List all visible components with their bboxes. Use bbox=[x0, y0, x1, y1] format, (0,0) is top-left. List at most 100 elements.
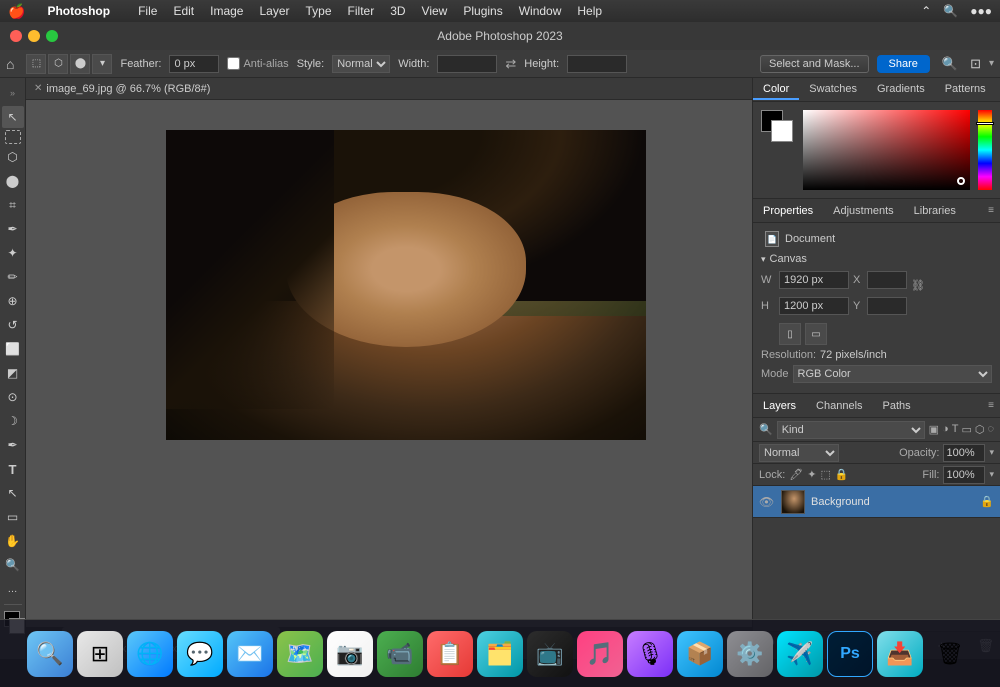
tab-patterns[interactable]: Patterns bbox=[935, 80, 996, 100]
menu-file[interactable]: File bbox=[132, 3, 163, 19]
dock-safari[interactable]: 🌐 bbox=[127, 631, 173, 677]
portrait-orientation-btn[interactable]: ▯ bbox=[779, 323, 801, 345]
filter-adjust-icon[interactable]: ◑ bbox=[942, 423, 949, 436]
dock-photos[interactable]: 📷 bbox=[327, 631, 373, 677]
canvas-height-input[interactable] bbox=[779, 297, 849, 315]
lock-artboard-icon[interactable]: ⬚ bbox=[820, 468, 830, 481]
feather-input[interactable] bbox=[169, 55, 219, 73]
select-mask-button[interactable]: Select and Mask... bbox=[760, 55, 869, 73]
dock-files[interactable]: 🗂️ bbox=[477, 631, 523, 677]
color-swatch-pair[interactable] bbox=[761, 110, 795, 144]
canvas-section-header[interactable]: ▾ Canvas bbox=[761, 253, 992, 265]
dock-reminders[interactable]: 📋 bbox=[427, 631, 473, 677]
rectangular-marquee-tool-btn[interactable]: ⬚ bbox=[26, 54, 46, 74]
rectangular-marquee[interactable] bbox=[5, 130, 21, 144]
swap-wh-icon[interactable]: ⇄ bbox=[505, 56, 516, 72]
dock-maps[interactable]: 🗺️ bbox=[277, 631, 323, 677]
dock-music[interactable]: 🎵 bbox=[577, 631, 623, 677]
tab-layers[interactable]: Layers bbox=[753, 397, 806, 415]
bg-color-swatch[interactable] bbox=[771, 120, 793, 142]
gradient-tool[interactable]: ◩ bbox=[2, 362, 24, 384]
blend-mode-select[interactable]: Normal bbox=[759, 444, 839, 462]
dock-facetime[interactable]: 📹 bbox=[377, 631, 423, 677]
dock-messages[interactable]: 💬 bbox=[177, 631, 223, 677]
width-input[interactable] bbox=[437, 55, 497, 73]
quick-select-tool[interactable]: ⬤ bbox=[2, 170, 24, 192]
app-name-menu[interactable]: Photoshop bbox=[41, 3, 116, 19]
spot-healing-brush[interactable]: ✦ bbox=[2, 242, 24, 264]
options-arrow[interactable]: ▾ bbox=[92, 54, 112, 74]
document-btn[interactable]: 📄 Document bbox=[761, 229, 992, 249]
mode-select[interactable]: RGB Color bbox=[793, 365, 992, 383]
dock-download[interactable]: 📥 bbox=[877, 631, 923, 677]
type-tool[interactable]: T bbox=[2, 458, 24, 480]
opacity-input[interactable] bbox=[943, 444, 985, 462]
chain-link-icon[interactable]: ⛓ bbox=[911, 271, 925, 299]
color-panel-menu[interactable]: ≡ bbox=[996, 84, 1000, 95]
tab-color[interactable]: Color bbox=[753, 80, 799, 100]
opacity-arrow[interactable]: ▾ bbox=[989, 447, 994, 458]
tab-close-btn[interactable]: ✕ bbox=[34, 83, 42, 94]
crop-tool[interactable]: ⌗ bbox=[2, 194, 24, 216]
clone-stamp-tool[interactable]: ⊕ bbox=[2, 290, 24, 312]
menu-filter[interactable]: Filter bbox=[342, 3, 381, 19]
hand-tool[interactable]: ✋ bbox=[2, 530, 24, 552]
dock-systemprefs[interactable]: ⚙️ bbox=[727, 631, 773, 677]
layer-visibility-toggle[interactable]: 👁 bbox=[759, 495, 775, 509]
fill-arrow[interactable]: ▾ bbox=[989, 469, 994, 480]
filter-toggle[interactable]: ◌ bbox=[987, 423, 994, 436]
dock-launchpad[interactable]: ⊞ bbox=[77, 631, 123, 677]
spotlight-icon[interactable]: 🔍 bbox=[943, 4, 958, 18]
tab-properties[interactable]: Properties bbox=[753, 202, 823, 220]
lock-position-icon[interactable]: ✦ bbox=[807, 468, 816, 481]
lasso-tool-btn[interactable]: ⬡ bbox=[48, 54, 68, 74]
maximize-button[interactable] bbox=[46, 30, 58, 42]
dock-trash[interactable]: 🗑 bbox=[927, 631, 973, 677]
anti-alias-checkbox[interactable] bbox=[227, 57, 240, 70]
menu-type[interactable]: Type bbox=[300, 3, 338, 19]
tab-adjustments[interactable]: Adjustments bbox=[823, 202, 904, 220]
pen-tool[interactable]: ✒ bbox=[2, 434, 24, 456]
lock-pixels-icon[interactable]: 🖊 bbox=[789, 468, 803, 481]
dodge-tool[interactable]: ☽ bbox=[2, 410, 24, 432]
menu-window[interactable]: Window bbox=[513, 3, 568, 19]
dock-photoshop[interactable]: Ps bbox=[827, 631, 873, 677]
layers-panel-menu[interactable]: ≡ bbox=[982, 400, 1000, 411]
lock-all-icon[interactable]: 🔒 bbox=[835, 468, 849, 481]
filter-pixel-icon[interactable]: ▣ bbox=[929, 423, 939, 436]
tab-channels[interactable]: Channels bbox=[806, 397, 872, 415]
dock-mail[interactable]: ✉️ bbox=[227, 631, 273, 677]
image-canvas[interactable] bbox=[166, 130, 646, 440]
home-button[interactable]: ⌂ bbox=[6, 56, 14, 72]
shape-tool[interactable]: ▭ bbox=[2, 506, 24, 528]
filter-shape-icon[interactable]: ▭ bbox=[961, 423, 971, 436]
layer-background[interactable]: 👁 Background 🔒 bbox=[753, 486, 1000, 518]
brush-tool[interactable]: ✏ bbox=[2, 266, 24, 288]
apple-menu[interactable]: 🍎 bbox=[8, 3, 25, 20]
history-brush-tool[interactable]: ↺ bbox=[2, 314, 24, 336]
color-gradient-picker[interactable] bbox=[803, 110, 970, 190]
magic-wand-tool-btn[interactable]: ⬤ bbox=[70, 54, 90, 74]
properties-panel-menu[interactable]: ≡ bbox=[982, 205, 1000, 216]
panel-layout-arrow[interactable]: ▾ bbox=[989, 58, 994, 69]
canvas-y-input[interactable] bbox=[867, 297, 907, 315]
menu-edit[interactable]: Edit bbox=[167, 3, 200, 19]
menu-3d[interactable]: 3D bbox=[384, 3, 411, 19]
canvas-width-input[interactable] bbox=[779, 271, 849, 289]
lasso-tool[interactable]: ⬡ bbox=[2, 146, 24, 168]
fill-input[interactable] bbox=[943, 466, 985, 484]
filter-type-icon[interactable]: T bbox=[952, 423, 959, 436]
menu-plugins[interactable]: Plugins bbox=[457, 3, 508, 19]
blur-tool[interactable]: ⊙ bbox=[2, 386, 24, 408]
landscape-orientation-btn[interactable]: ▭ bbox=[805, 323, 827, 345]
panel-layout-icon[interactable]: ⊡ bbox=[970, 56, 981, 72]
tab-swatches[interactable]: Swatches bbox=[799, 80, 867, 100]
height-input[interactable] bbox=[567, 55, 627, 73]
close-button[interactable] bbox=[10, 30, 22, 42]
tab-gradients[interactable]: Gradients bbox=[867, 80, 935, 100]
dock-appstore[interactable]: 📦 bbox=[677, 631, 723, 677]
dock-podcasts[interactable]: 🎙 bbox=[627, 631, 673, 677]
dock-testflight[interactable]: ✈️ bbox=[777, 631, 823, 677]
canvas-tab[interactable]: ✕ image_69.jpg @ 66.7% (RGB/8#) bbox=[34, 83, 210, 95]
move-tool[interactable]: ↖ bbox=[2, 106, 24, 128]
